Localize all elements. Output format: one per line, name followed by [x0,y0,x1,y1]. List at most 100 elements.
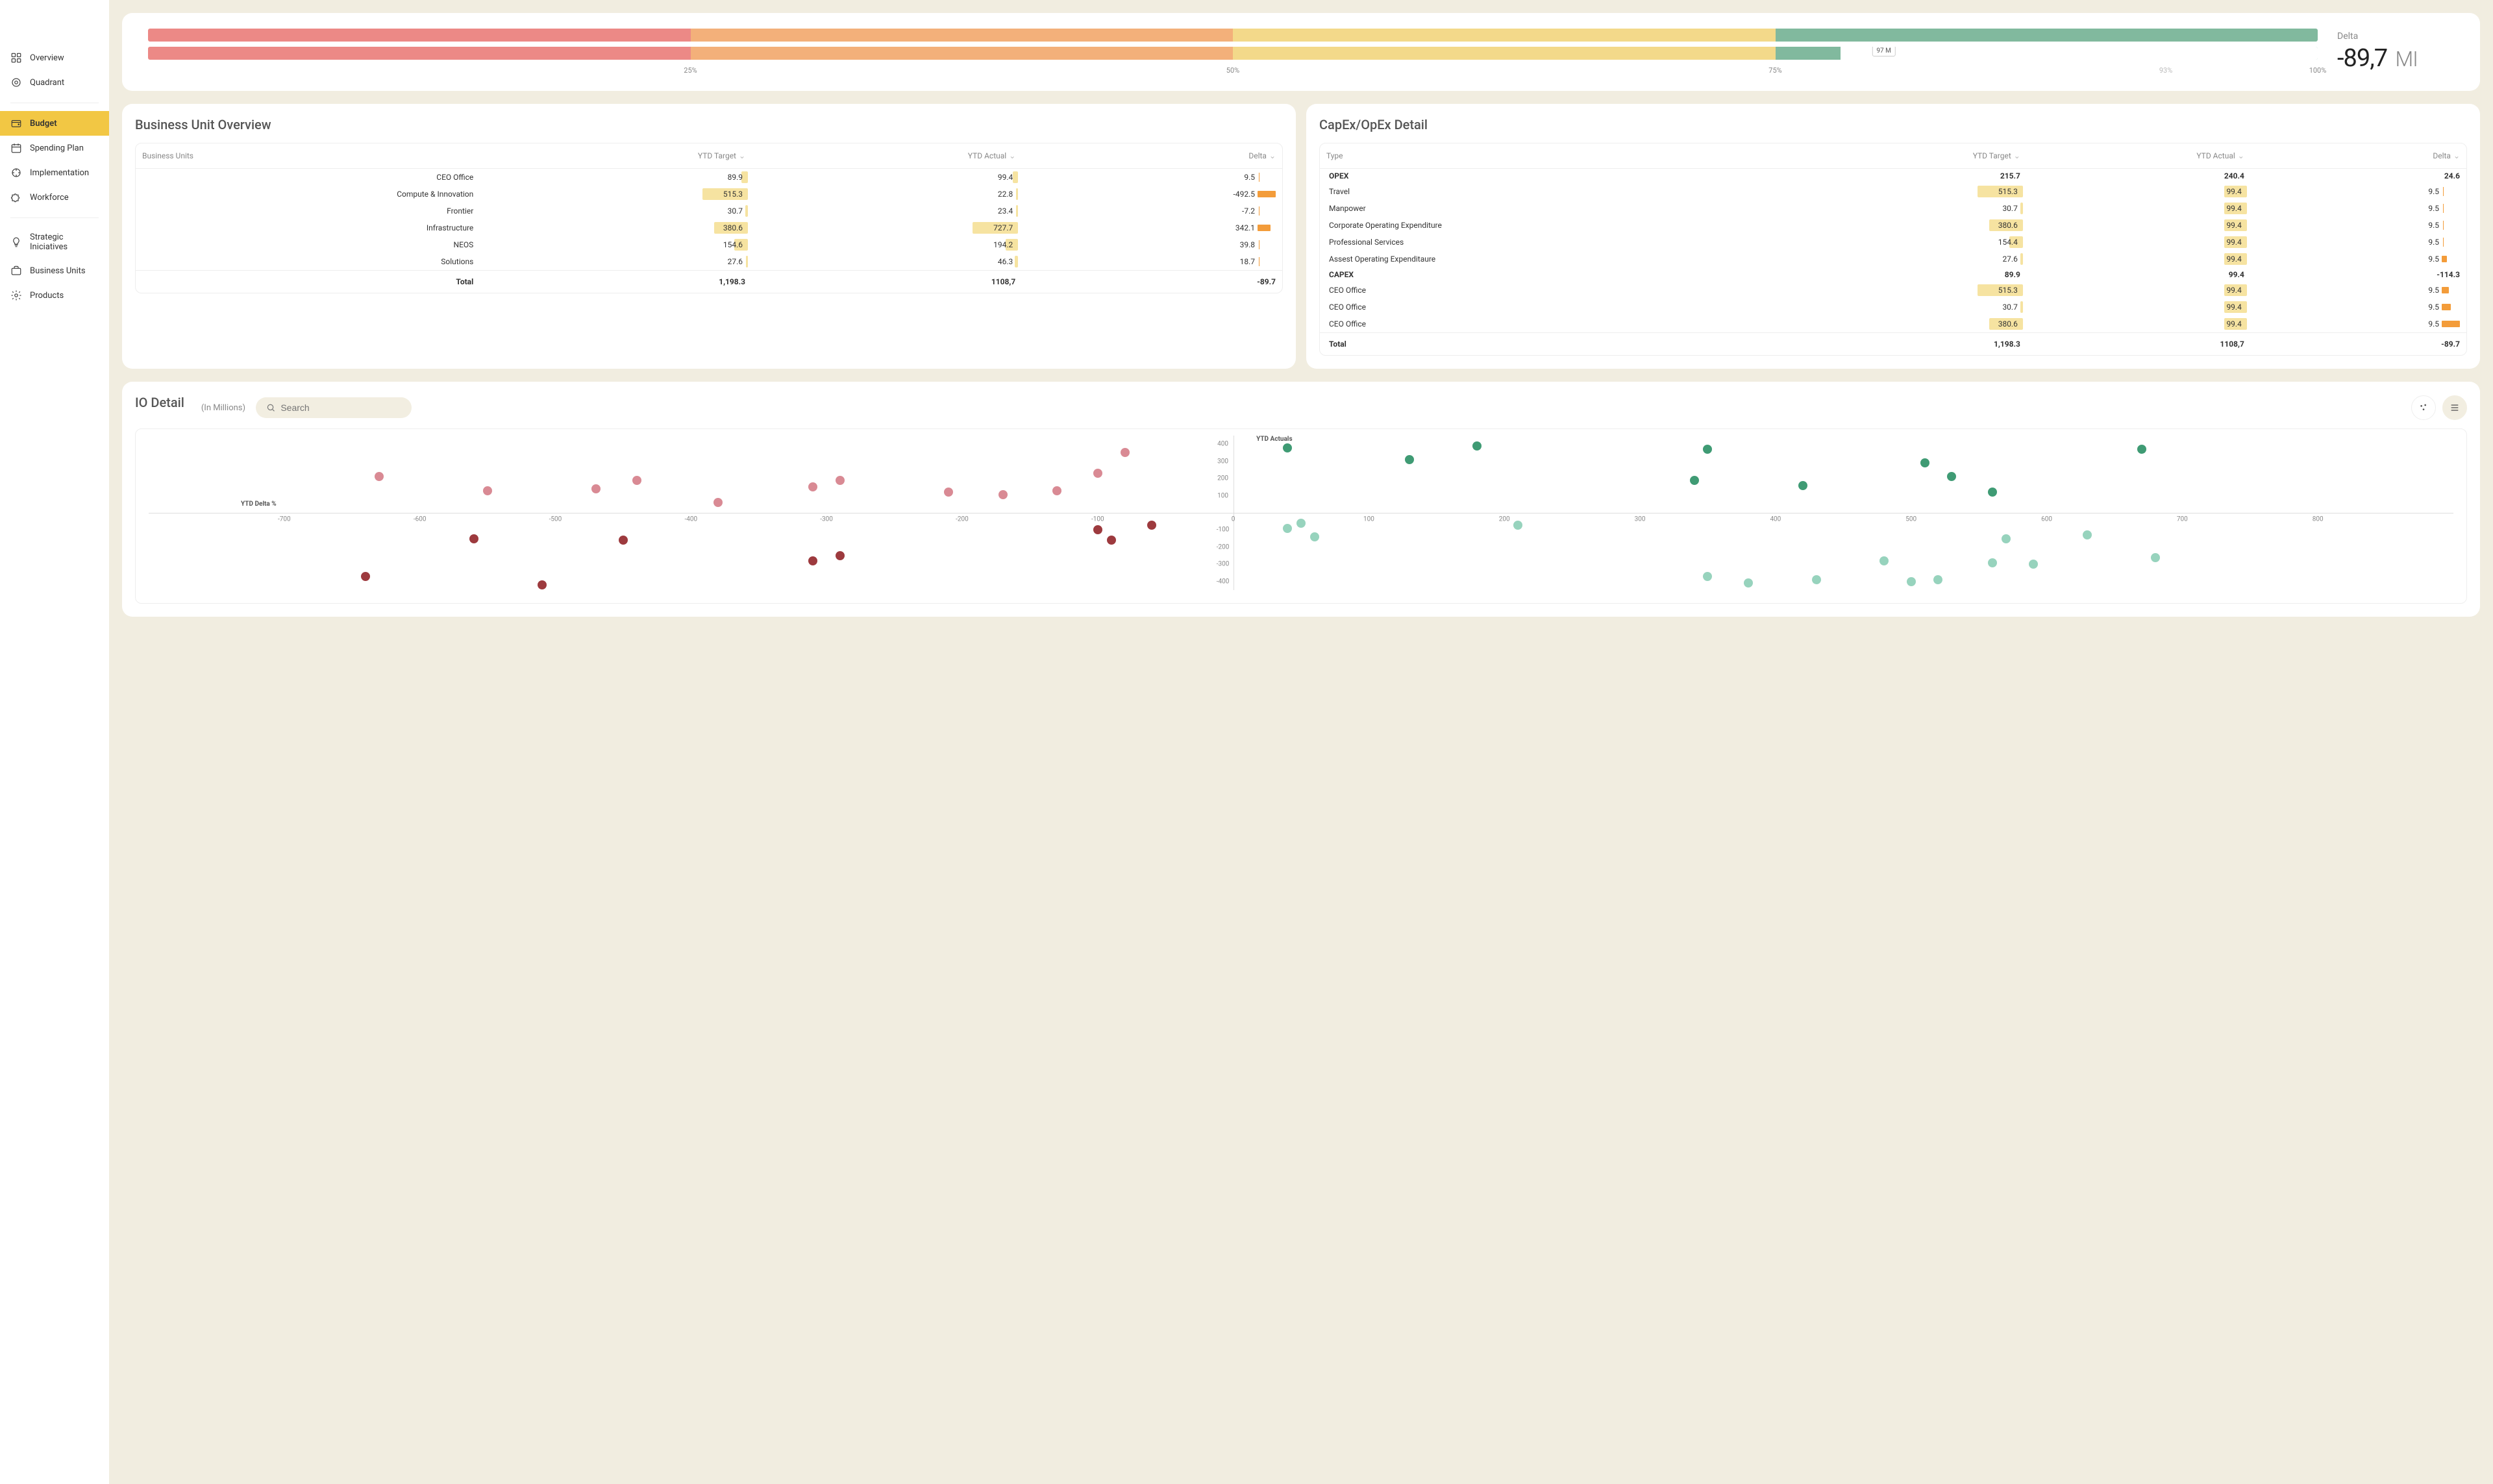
scatter-point[interactable] [361,572,370,581]
gauge-scale-bar [148,29,2318,42]
scatter-point[interactable] [1296,519,1306,528]
progress-gauge: 97 M 25%50%75%100%93% [148,29,2318,75]
scatter-point[interactable] [1907,577,1916,586]
scatter-point[interactable] [713,498,723,507]
scatter-point[interactable] [1093,469,1102,478]
scatter-point[interactable] [1988,558,1997,567]
scatter-point[interactable] [1947,472,1956,481]
table-row[interactable]: CEO Office30.799.49.5 [1320,299,2466,315]
scatter-plot[interactable]: -700-600-500-400-300-200-100010020030040… [135,428,2467,604]
scatter-point[interactable] [1920,458,1929,467]
list-view-button[interactable] [2442,395,2467,420]
scatter-point[interactable] [1690,476,1699,485]
table-row[interactable]: Professional Services154.499.49.5 [1320,234,2466,251]
scatter-point[interactable] [1513,521,1522,530]
scatter-point[interactable] [2083,530,2092,539]
scatter-point[interactable] [1879,556,1889,565]
scatter-view-button[interactable] [2411,395,2436,420]
column-header[interactable]: Type [1320,143,1804,169]
scatter-point[interactable] [808,482,817,491]
capex-opex-card: CapEx/OpEx Detail TypeYTD Target⌄YTD Act… [1306,104,2480,369]
scatter-point[interactable] [808,556,817,565]
search-box[interactable] [256,397,412,418]
delta-value: -89,7 MI [2337,44,2454,73]
column-header[interactable]: Business Units [136,143,482,169]
scatter-point[interactable] [1093,525,1102,534]
column-header[interactable]: Delta⌄ [2251,143,2466,169]
column-header[interactable]: Delta⌄ [1022,143,1282,169]
scatter-point[interactable] [1052,486,1061,495]
scatter-point[interactable] [1798,481,1807,490]
scatter-point[interactable] [1283,524,1292,533]
sidebar-item-label: Implementation [30,168,89,178]
table-row[interactable]: CAPEX89.999.4-114.3 [1320,267,2466,282]
scatter-point[interactable] [944,488,953,497]
table-row[interactable]: OPEX215.7240.424.6 [1320,169,2466,184]
sidebar-item-overview[interactable]: Overview [0,45,109,70]
scatter-point[interactable] [2137,445,2146,454]
table-row[interactable]: Solutions27.646.318.7 [136,253,1282,271]
scatter-point[interactable] [632,476,641,485]
scatter-point[interactable] [2151,553,2160,562]
table-row[interactable]: CEO Office89.999.49.5 [136,169,1282,186]
target-icon [10,77,22,88]
sidebar-item-products[interactable]: Products [0,283,109,308]
sidebar-item-label: Quadrant [30,78,64,88]
table-row[interactable]: NEOS154.6194.239.8 [136,236,1282,253]
scatter-point[interactable] [591,484,601,493]
y-tick: -100 [1217,526,1230,534]
scatter-point[interactable] [619,536,628,545]
scatter-point[interactable] [1703,445,1712,454]
scatter-point[interactable] [1283,443,1292,452]
x-tick: -700 [278,516,291,523]
scatter-point[interactable] [375,472,384,481]
column-header[interactable]: YTD Actual⌄ [752,143,1022,169]
scatter-point[interactable] [1405,455,1414,464]
column-header[interactable]: YTD Actual⌄ [2027,143,2251,169]
x-tick: 700 [2177,516,2188,523]
scatter-point[interactable] [2029,560,2038,569]
scatter-point[interactable] [836,476,845,485]
column-header[interactable]: YTD Target⌄ [482,143,752,169]
table-row[interactable]: Compute & Innovation515.322.8-492.5 [136,186,1282,203]
chevron-down-icon: ⌄ [1269,151,1276,160]
scatter-point[interactable] [1744,578,1753,587]
scatter-point[interactable] [538,580,547,589]
sidebar-item-label: Overview [30,53,64,63]
sidebar-item-budget[interactable]: Budget [0,111,109,136]
scatter-point[interactable] [998,490,1008,499]
scatter-point[interactable] [1988,488,1997,497]
scatter-point[interactable] [1703,572,1712,581]
sidebar-item-spending-plan[interactable]: Spending Plan [0,136,109,160]
scatter-point[interactable] [1472,441,1482,451]
scatter-point[interactable] [1933,575,1942,584]
table-row[interactable]: Travel515.399.49.5 [1320,183,2466,200]
table-row[interactable]: Frontier30.723.4-7.2 [136,203,1282,219]
scatter-point[interactable] [2002,534,2011,543]
table-row[interactable]: CEO Office380.699.49.5 [1320,315,2466,333]
scatter-point[interactable] [836,551,845,560]
sidebar-item-quadrant[interactable]: Quadrant [0,70,109,95]
scatter-point[interactable] [1147,521,1156,530]
y-tick: 300 [1217,458,1228,465]
scatter-point[interactable] [469,534,478,543]
column-header[interactable]: YTD Target⌄ [1804,143,2027,169]
scatter-point[interactable] [1310,532,1319,541]
sidebar-item-business-units[interactable]: Business Units [0,258,109,283]
y-tick: 200 [1217,475,1228,482]
table-row[interactable]: Manpower30.799.49.5 [1320,200,2466,217]
scatter-point[interactable] [1812,575,1821,584]
scatter-point[interactable] [483,486,492,495]
table-row[interactable]: Infrastructure380.6727.7342.1 [136,219,1282,236]
scatter-point[interactable] [1121,448,1130,457]
bu-title: Business Unit Overview [135,117,1283,132]
target-arrow-icon [10,167,22,179]
table-row[interactable]: Corporate Operating Expenditure380.699.4… [1320,217,2466,234]
sidebar-item-implementation[interactable]: Implementation [0,160,109,185]
table-row[interactable]: Assest Operating Expenditaure27.699.49.5 [1320,251,2466,267]
search-input[interactable] [280,402,401,413]
sidebar-item-strategic[interactable]: Strategic Iniciatives [0,226,109,258]
sidebar-item-workforce[interactable]: Workforce [0,185,109,210]
scatter-point[interactable] [1107,536,1116,545]
table-row[interactable]: CEO Office515.399.49.5 [1320,282,2466,299]
